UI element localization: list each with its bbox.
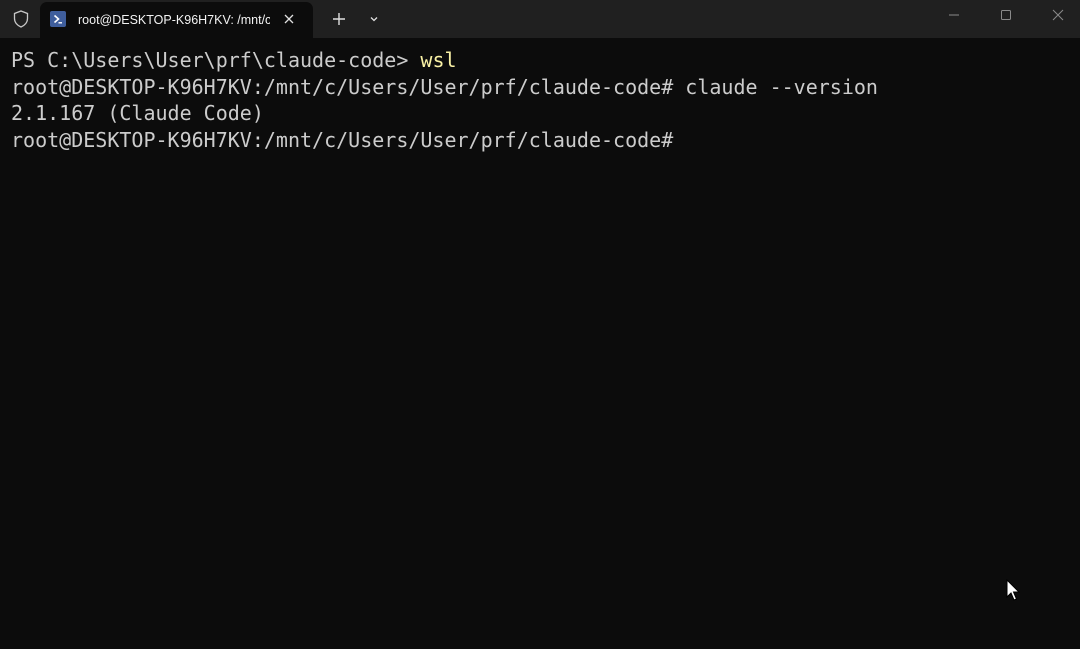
new-tab-button[interactable]	[326, 7, 352, 31]
maximize-button[interactable]	[980, 0, 1032, 30]
bash-prompt: root@DESKTOP-K96H7KV:/mnt/c/Users/User/p…	[11, 128, 674, 152]
bash-prompt: root@DESKTOP-K96H7KV:/mnt/c/Users/User/p…	[11, 75, 686, 99]
close-icon	[1052, 9, 1064, 21]
command-output: 2.1.167 (Claude Code)	[11, 101, 264, 125]
terminal-line: 2.1.167 (Claude Code)	[11, 100, 264, 127]
plus-icon	[333, 13, 345, 25]
maximize-icon	[1001, 10, 1011, 20]
terminal-window: root@DESKTOP-K96H7KV: /mnt/c/Users/User/…	[0, 0, 1080, 649]
terminal-line: root@DESKTOP-K96H7KV:/mnt/c/Users/User/p…	[11, 74, 878, 101]
minimize-icon	[949, 14, 959, 16]
title-bar[interactable]: root@DESKTOP-K96H7KV: /mnt/c/Users/User/…	[0, 0, 1080, 38]
chevron-down-icon	[370, 17, 378, 22]
close-window-button[interactable]	[1032, 0, 1080, 30]
close-icon[interactable]	[280, 10, 298, 28]
terminal-output[interactable]: PS C:\Users\User\prf\claude-code> wsl ro…	[0, 38, 1080, 649]
tab-terminal[interactable]: root@DESKTOP-K96H7KV: /mnt/c/Users/User/…	[40, 2, 313, 38]
command-text: wsl	[420, 48, 457, 72]
powershell-icon	[50, 11, 66, 27]
command-text: claude --version	[685, 75, 878, 99]
minimize-button[interactable]	[928, 0, 980, 30]
tab-dropdown-button[interactable]	[362, 7, 386, 31]
tab-title: root@DESKTOP-K96H7KV: /mnt/c/Users/User/…	[78, 13, 270, 27]
terminal-line: root@DESKTOP-K96H7KV:/mnt/c/Users/User/p…	[11, 127, 673, 154]
powershell-prompt: PS C:\Users\User\prf\claude-code>	[11, 48, 421, 72]
terminal-line: PS C:\Users\User\prf\claude-code> wsl	[11, 47, 457, 74]
shield-icon[interactable]	[10, 8, 32, 30]
mouse-cursor-icon	[1006, 578, 1022, 603]
